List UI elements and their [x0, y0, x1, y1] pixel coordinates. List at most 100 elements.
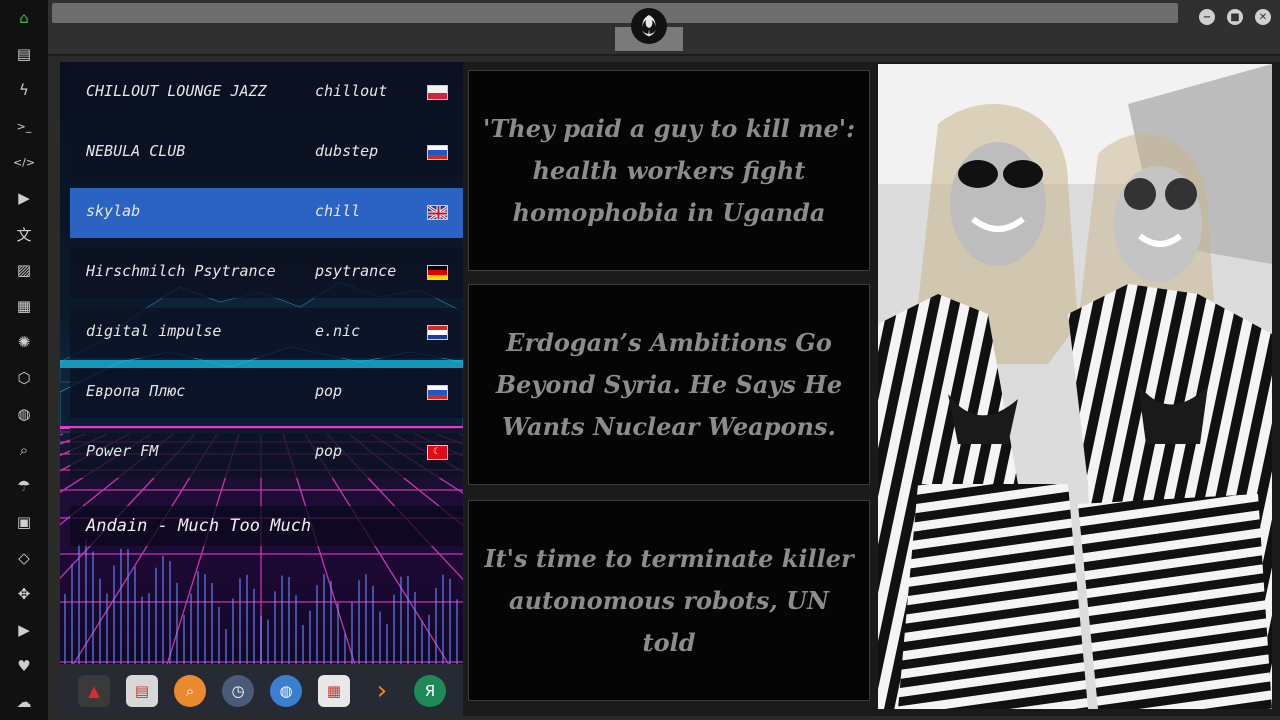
turkey-flag-icon: ☾ [427, 445, 448, 460]
hexagon-icon[interactable]: ⬡ [13, 367, 35, 389]
station-genre: pop [315, 382, 343, 400]
news-headline[interactable]: 'They paid a guy to kill me': health wor… [479, 108, 859, 234]
equalizer-bar [78, 543, 80, 664]
equalizer-bar [281, 575, 283, 664]
station-name: Hirschmilch Psytrance [86, 262, 276, 280]
equalizer-bar [309, 610, 311, 664]
minimize-button[interactable]: − [1199, 9, 1215, 25]
news-card[interactable]: 'They paid a guy to kill me': health wor… [468, 70, 870, 271]
news-card[interactable]: Erdogan’s Ambitions Go Beyond Syria. He … [468, 284, 870, 485]
germany-flag-icon [427, 265, 448, 280]
arrow-app-icon[interactable]: › [366, 675, 398, 707]
equalizer-bar [246, 574, 248, 664]
address-bar[interactable] [52, 3, 1178, 23]
equalizer-bar [85, 538, 87, 664]
expand-icon[interactable]: ✥ [13, 583, 35, 605]
equalizer-bar [393, 594, 395, 664]
news-card[interactable]: It's time to terminate killer autonomous… [468, 500, 870, 701]
translate-icon[interactable]: 文 [13, 223, 35, 245]
equalizer-bar [442, 574, 444, 664]
umbrella-icon[interactable]: ☂ [13, 475, 35, 497]
equalizer-bar [239, 578, 241, 664]
clock-app-icon[interactable]: ◷ [222, 675, 254, 707]
station-row[interactable]: skylab chill [70, 188, 463, 238]
image-icon[interactable]: ▨ [13, 259, 35, 281]
tag-icon[interactable]: ◇ [13, 547, 35, 569]
equalizer-bar [155, 567, 157, 664]
station-name: digital impulse [86, 322, 222, 340]
news-headline[interactable]: It's time to terminate killer autonomous… [479, 538, 859, 664]
rebel-icon[interactable]: ✺ [13, 331, 35, 353]
equalizer-bar [183, 615, 185, 664]
news-headline[interactable]: Erdogan’s Ambitions Go Beyond Syria. He … [479, 322, 859, 448]
equalizer-bar [211, 582, 213, 664]
equalizer-bar [71, 564, 73, 664]
equalizer-bar [288, 577, 290, 664]
station-row[interactable]: Hirschmilch Psytrance psytrance [70, 248, 463, 298]
station-name: skylab [86, 202, 141, 220]
search-app-icon[interactable]: ⌕ [174, 675, 206, 707]
triangle-app-icon[interactable]: ▲ [78, 675, 110, 707]
equalizer-bar [148, 593, 150, 664]
station-genre: pop [315, 442, 343, 460]
station-row[interactable]: Power FM pop ☾ [70, 428, 463, 478]
maximize-button[interactable]: ■ [1227, 9, 1243, 25]
equalizer-bar [267, 619, 269, 664]
terminal-icon[interactable]: >_ [13, 115, 35, 137]
code-icon[interactable]: </> [13, 151, 35, 173]
station-row[interactable]: digital impulse e.nic [70, 308, 463, 358]
equalizer-bar [176, 582, 178, 664]
station-name: Европа Плюс [86, 382, 186, 400]
equalizer-bar [400, 576, 402, 664]
close-button[interactable]: ✕ [1255, 9, 1271, 25]
equalizer-bar [407, 575, 409, 664]
globe-icon[interactable]: ◍ [13, 403, 35, 425]
station-genre: chillout [315, 82, 388, 100]
equalizer-bar [365, 574, 367, 664]
station-name: Power FM [86, 442, 159, 460]
equalizer-bar [232, 598, 234, 664]
station-row[interactable]: CHILLOUT LOUNGE JAZZ chillout [70, 68, 463, 118]
heart-icon[interactable]: ♥ [13, 655, 35, 677]
equalizer-bar [421, 620, 423, 664]
equalizer-bar [449, 578, 451, 664]
equalizer-bar [435, 587, 437, 664]
station-row[interactable]: Европа Плюс pop [70, 368, 463, 418]
equalizer-bar [134, 566, 136, 664]
bolt-icon[interactable]: ϟ [13, 79, 35, 101]
equalizer-bar [386, 624, 388, 664]
station-row[interactable]: NEBULA CLUB dubstep [70, 128, 463, 178]
station-name: NEBULA CLUB [86, 142, 186, 160]
equalizer-bar [344, 633, 346, 664]
equalizer-bar [113, 565, 115, 664]
cloud-icon[interactable]: ☁ [13, 691, 35, 713]
station-genre: chill [315, 202, 361, 220]
equalizer-bar [204, 574, 206, 664]
equalizer-bar [169, 561, 171, 664]
search-icon[interactable]: ⌕ [13, 439, 35, 461]
equalizer-bar [197, 571, 199, 664]
equalizer-bar [330, 580, 332, 664]
equalizer-bar [106, 593, 108, 664]
equalizer-bar [190, 593, 192, 664]
yandex-app-icon[interactable]: Я [414, 675, 446, 707]
equalizer-bar [260, 615, 262, 664]
equalizer-bar [225, 628, 227, 664]
youtube-icon[interactable]: ▶ [13, 619, 35, 641]
newspaper-app-icon[interactable]: ▤ [126, 675, 158, 707]
equalizer-bar [456, 599, 458, 664]
contacts-icon[interactable]: ▣ [13, 511, 35, 533]
russia-flag-icon [427, 145, 448, 160]
calendar-app-icon[interactable]: ▦ [318, 675, 350, 707]
globe-app-icon[interactable]: ◍ [270, 675, 302, 707]
news-column: 'They paid a guy to kill me': health wor… [463, 62, 873, 716]
rebel-alliance-logo-icon[interactable] [631, 8, 667, 44]
equalizer-bar [162, 555, 164, 664]
news-icon[interactable]: ▦ [13, 295, 35, 317]
document-icon[interactable]: ▤ [13, 43, 35, 65]
play-icon[interactable]: ▶ [13, 187, 35, 209]
equalizer-bar [351, 602, 353, 664]
equalizer-bar [358, 580, 360, 664]
home-icon[interactable]: ⌂ [13, 7, 35, 29]
equalizer-bar [274, 591, 276, 664]
